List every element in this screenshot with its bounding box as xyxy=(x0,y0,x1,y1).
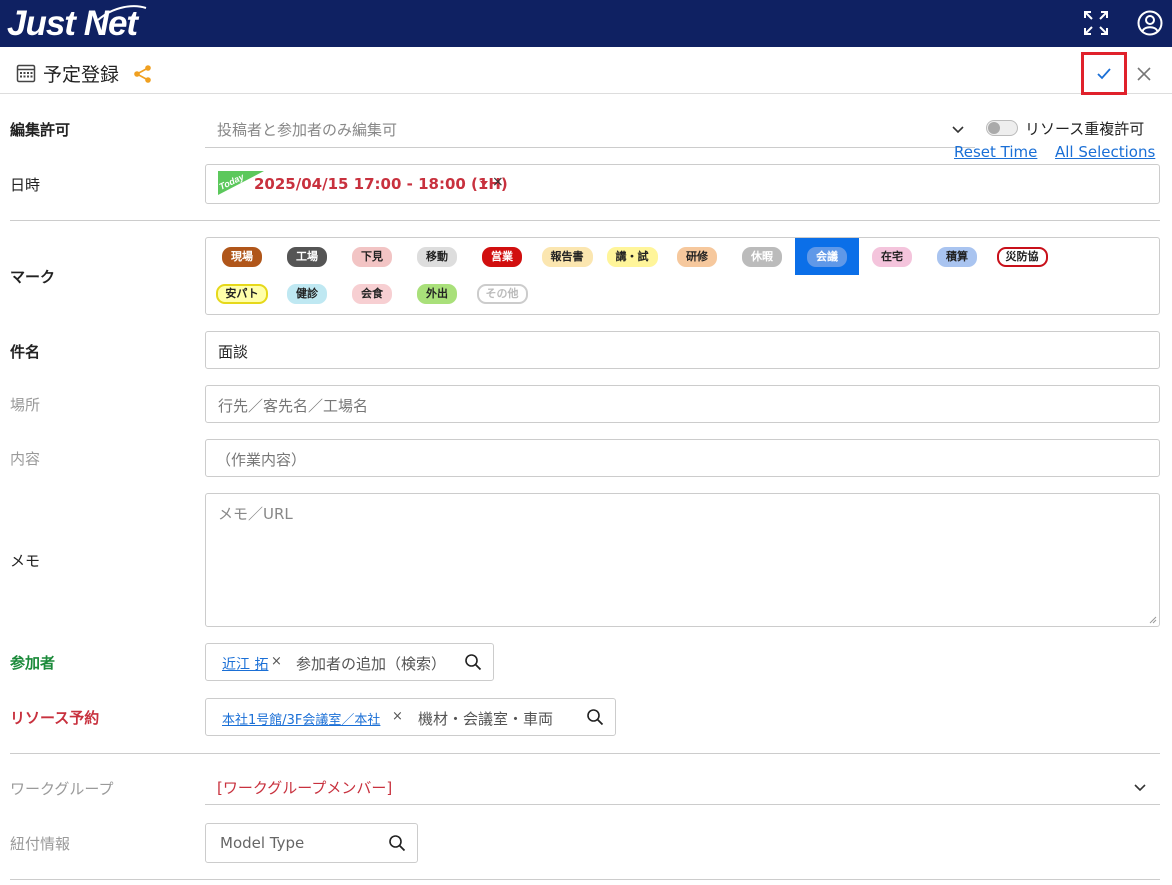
workgroup-select[interactable]: [ワークグループメンバー] xyxy=(205,769,1160,805)
mark-pill: 休暇 xyxy=(742,246,782,267)
mark-option[interactable]: 積算 xyxy=(925,238,989,275)
close-icon[interactable] xyxy=(1134,64,1154,84)
mark-pill: 安パト xyxy=(216,284,268,304)
mark-option[interactable]: 在宅 xyxy=(860,238,924,275)
content-input[interactable]: （作業内容） xyxy=(205,439,1160,477)
mark-option[interactable]: 災防協 xyxy=(990,238,1054,275)
chevron-down-icon xyxy=(952,126,964,134)
edit-permission-select[interactable]: 投稿者と参加者のみ編集可 xyxy=(205,112,975,148)
datetime-label: 日時 xyxy=(10,176,41,194)
search-icon[interactable] xyxy=(464,653,482,671)
place-label: 場所 xyxy=(10,396,41,414)
mark-pill: 会議 xyxy=(807,246,847,267)
dialog-header: 予定登録 xyxy=(0,47,1172,95)
page-title: 予定登録 xyxy=(43,64,120,86)
mark-pill: 移動 xyxy=(417,246,457,267)
datetime-clear-button[interactable]: × xyxy=(492,174,504,190)
edit-permission-value: 投稿者と参加者のみ編集可 xyxy=(217,121,398,139)
participants-search-input[interactable]: 参加者の追加（検索） xyxy=(296,653,446,674)
search-icon[interactable] xyxy=(388,834,406,852)
participant-remove-button[interactable]: × xyxy=(271,654,282,669)
workgroup-value: [ワークグループメンバー] xyxy=(217,779,393,797)
divider xyxy=(10,220,1160,221)
mark-option[interactable]: 会議 xyxy=(795,238,859,275)
all-selections-link[interactable]: All Selections xyxy=(1055,143,1155,161)
mark-option[interactable]: 会食 xyxy=(340,276,404,312)
mark-pill: その他 xyxy=(476,284,528,304)
participants-field: 近江 拓 × 参加者の追加（検索） xyxy=(205,643,494,681)
subject-label: 件名 xyxy=(10,343,41,361)
resource-duplicate-label: リソース重複許可 xyxy=(1025,120,1145,138)
mark-pill: 営業 xyxy=(482,246,522,267)
mark-option[interactable]: 現場 xyxy=(210,238,274,275)
mark-option[interactable]: 移動 xyxy=(405,238,469,275)
mark-pill: 外出 xyxy=(417,284,457,304)
resource-label: リソース予約 xyxy=(10,709,100,727)
content-label: 内容 xyxy=(10,450,41,468)
mark-pill: 報告書 xyxy=(541,246,593,267)
mark-option[interactable]: 安パト xyxy=(210,276,274,312)
check-icon xyxy=(1097,67,1111,79)
subject-input[interactable]: 面談 xyxy=(205,331,1160,369)
datetime-value[interactable]: 2025/04/15 17:00 - 18:00 (1H) xyxy=(254,175,508,193)
resource-chip[interactable]: 本社1号館/3F会議室／本社 xyxy=(222,709,380,728)
resource-field: 本社1号館/3F会議室／本社 × 機材・会議室・車両 xyxy=(205,698,616,736)
participants-label: 参加者 xyxy=(10,654,56,672)
mark-pill: 健診 xyxy=(287,284,327,304)
mark-pill: 積算 xyxy=(937,246,977,267)
memo-label: メモ xyxy=(10,552,41,570)
workgroup-label: ワークグループ xyxy=(10,780,114,798)
mark-pill: 在宅 xyxy=(872,246,912,267)
link-info-field[interactable]: Model Type xyxy=(205,823,418,863)
resource-search-input[interactable]: 機材・会議室・車両 xyxy=(418,708,553,729)
logo-swoosh-icon xyxy=(97,5,147,21)
memo-textarea[interactable]: メモ／URL xyxy=(205,493,1160,627)
mark-option[interactable]: 研修 xyxy=(665,238,729,275)
mark-pill: 工場 xyxy=(287,246,327,267)
subject-value: 面談 xyxy=(218,343,249,361)
resize-handle-icon[interactable] xyxy=(1149,616,1157,624)
reset-time-link[interactable]: Reset Time xyxy=(954,143,1037,161)
user-account-icon[interactable] xyxy=(1136,9,1164,37)
participant-chip[interactable]: 近江 拓 xyxy=(222,654,268,674)
content-placeholder: （作業内容） xyxy=(216,451,307,469)
mark-option[interactable]: 工場 xyxy=(275,238,339,275)
mark-option[interactable]: 休暇 xyxy=(730,238,794,275)
link-info-label: 紐付情報 xyxy=(10,835,71,853)
mark-option[interactable]: 報告書 xyxy=(535,238,599,275)
mark-option[interactable]: 健診 xyxy=(275,276,339,312)
divider xyxy=(10,753,1160,754)
mark-pill: 現場 xyxy=(222,246,262,267)
memo-placeholder: メモ／URL xyxy=(218,505,293,523)
top-bar: Just Net xyxy=(0,0,1172,47)
resource-duplicate-toggle[interactable] xyxy=(986,120,1018,136)
mark-option[interactable]: 営業 xyxy=(470,238,534,275)
mark-option[interactable]: 下見 xyxy=(340,238,404,275)
mark-selector: 現場 工場 下見 移動 営業 報告書 講・試 研修 休暇 会議 在宅 積算 災防協安パト 健診 会食 外出 その… xyxy=(205,237,1160,315)
mark-option[interactable]: 講・試 xyxy=(600,238,664,275)
caret-down-icon[interactable] xyxy=(480,181,488,186)
mark-label: マーク xyxy=(10,268,56,286)
edit-permission-label: 編集許可 xyxy=(10,121,71,139)
mark-pill: 研修 xyxy=(677,246,717,267)
share-icon[interactable] xyxy=(133,64,153,84)
mark-pill: 講・試 xyxy=(606,246,658,267)
toggle-knob xyxy=(988,122,1000,134)
chevron-down-icon xyxy=(1134,784,1146,792)
divider xyxy=(10,879,1160,880)
resource-remove-button[interactable]: × xyxy=(392,709,403,724)
place-input[interactable]: 行先／客先名／工場名 xyxy=(205,385,1160,423)
place-placeholder: 行先／客先名／工場名 xyxy=(218,397,369,415)
mark-pill: 会食 xyxy=(352,284,392,304)
datetime-field[interactable]: Today 2025/04/15 17:00 - 18:00 (1H) × xyxy=(205,164,1160,204)
fullscreen-icon[interactable] xyxy=(1082,9,1110,37)
mark-pill: 災防協 xyxy=(996,246,1048,267)
mark-pill: 下見 xyxy=(352,246,392,267)
confirm-button[interactable] xyxy=(1081,52,1127,95)
mark-option[interactable]: 外出 xyxy=(405,276,469,312)
calendar-icon xyxy=(16,64,36,83)
mark-option[interactable]: その他 xyxy=(470,276,534,312)
model-type-placeholder: Model Type xyxy=(220,834,305,852)
search-icon[interactable] xyxy=(586,708,604,726)
